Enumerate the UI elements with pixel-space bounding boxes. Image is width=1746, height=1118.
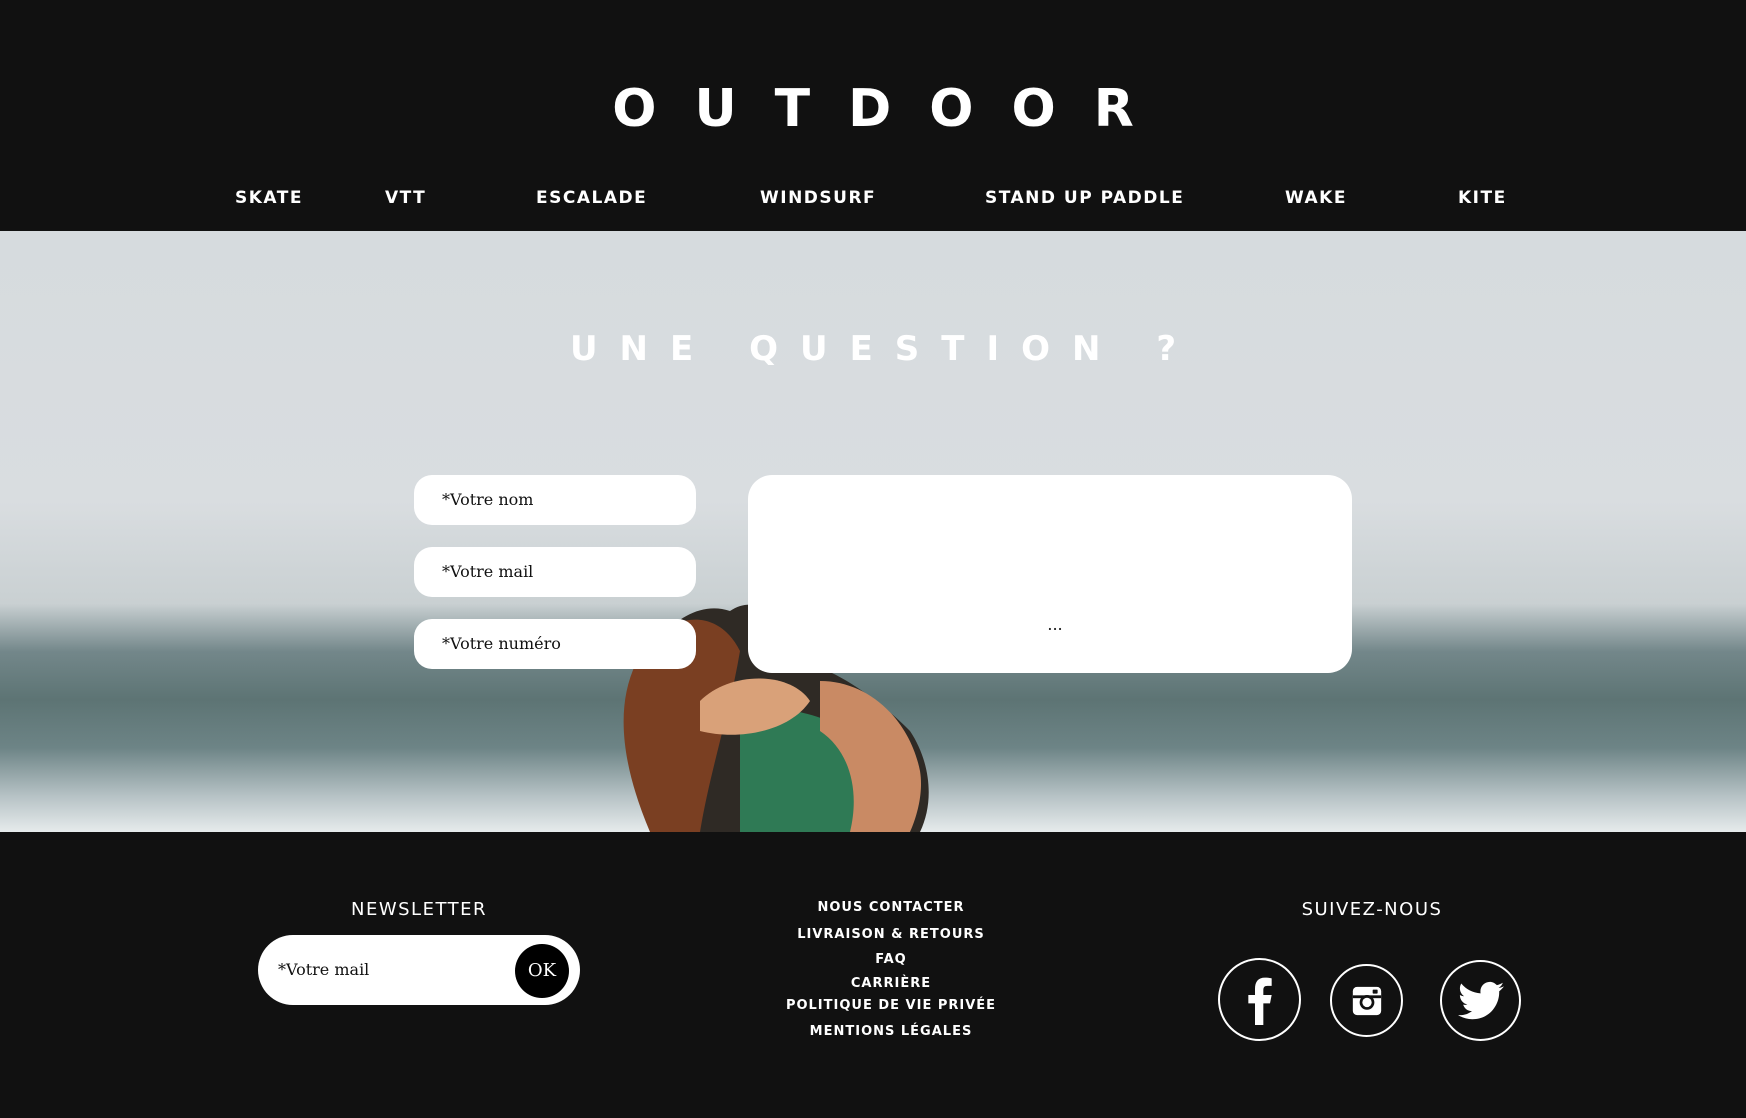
nav-item-stand-up-paddle[interactable]: STAND UP PADDLE	[985, 186, 1184, 210]
instagram-icon[interactable]	[1330, 964, 1403, 1037]
twitter-icon[interactable]	[1440, 960, 1521, 1041]
newsletter-form: *Votre mail OK	[258, 935, 580, 1005]
newsletter-title: NEWSLETTER	[350, 899, 488, 920]
footer-link-legal[interactable]: MENTIONS LÉGALES	[700, 1023, 1082, 1041]
social-title: SUIVEZ-NOUS	[1301, 899, 1443, 920]
nav-item-escalade[interactable]: ESCALADE	[536, 186, 647, 210]
footer-link-privacy[interactable]: POLITIQUE DE VIE PRIVÉE	[700, 997, 1082, 1015]
newsletter-email-input[interactable]: *Votre mail	[278, 935, 369, 1005]
email-input[interactable]: *Votre mail	[414, 547, 696, 597]
footer-link-delivery[interactable]: LIVRAISON & RETOURS	[700, 926, 1082, 944]
site-logo[interactable]: OUTDOOR	[0, 78, 1746, 140]
nav-item-windsurf[interactable]: WINDSURF	[760, 186, 876, 210]
newsletter-ok-button[interactable]: OK	[515, 944, 569, 998]
nav-item-vtt[interactable]: VTT	[385, 186, 426, 210]
message-textarea[interactable]: ...	[748, 475, 1352, 673]
nav-item-wake[interactable]: WAKE	[1285, 186, 1347, 210]
contact-title: UNE QUESTION ?	[569, 329, 1199, 369]
footer-link-faq[interactable]: FAQ	[700, 951, 1082, 969]
facebook-icon[interactable]	[1218, 958, 1301, 1041]
message-placeholder: ...	[1047, 615, 1063, 634]
nav-item-kite[interactable]: KITE	[1458, 186, 1507, 210]
name-input[interactable]: *Votre nom	[414, 475, 696, 525]
site-header: OUTDOOR SKATE VTT ESCALADE WINDSURF STAN…	[0, 0, 1746, 231]
footer-link-contact[interactable]: NOUS CONTACTER	[700, 899, 1082, 917]
nav-item-skate[interactable]: SKATE	[235, 186, 303, 210]
phone-input[interactable]: *Votre numéro	[414, 619, 696, 669]
footer-link-careers[interactable]: CARRIÈRE	[700, 975, 1082, 993]
